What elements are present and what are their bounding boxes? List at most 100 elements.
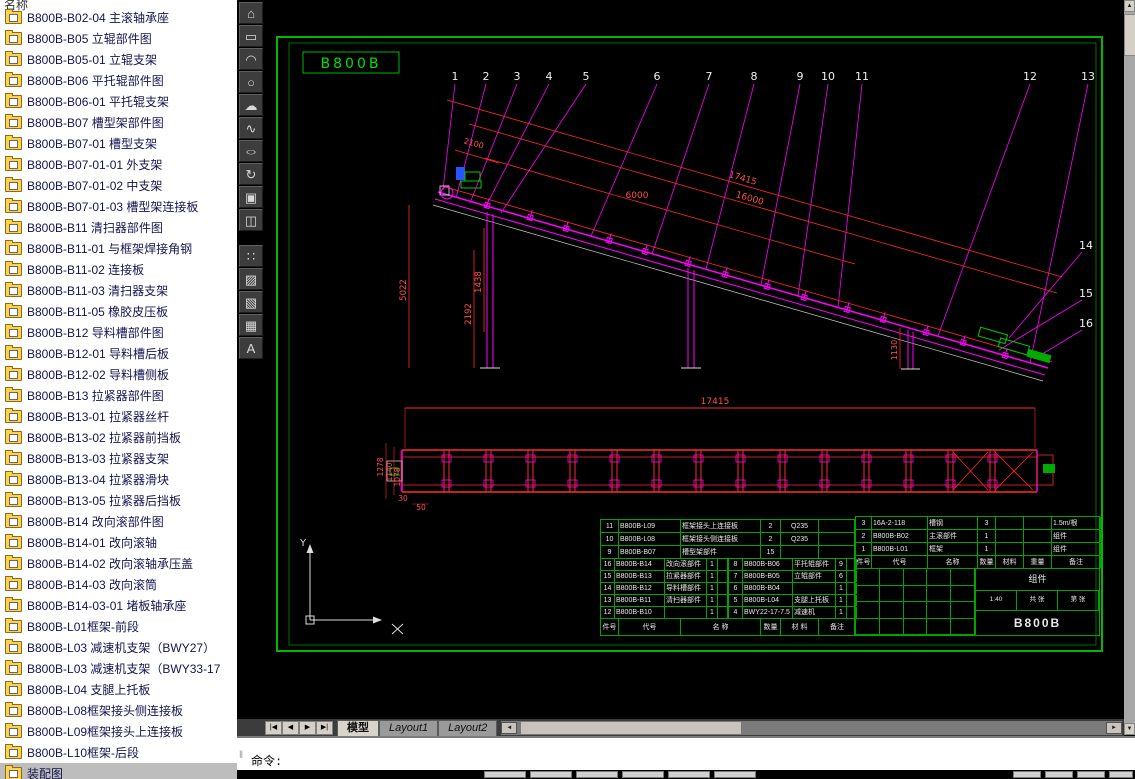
balloon-label: 3	[514, 70, 521, 83]
vertical-scrollbar[interactable]	[1124, 0, 1135, 735]
list-item[interactable]: B800B-B13-05 拉紧器后挡板	[0, 490, 237, 511]
list-item[interactable]: B800B-B13-01 拉紧器丝杆	[0, 406, 237, 427]
tab-layout2[interactable]: Layout2	[438, 720, 498, 736]
spline-tool-button[interactable]: ∿	[239, 117, 263, 139]
command-window[interactable]: 命令:	[237, 736, 1135, 772]
list-item[interactable]: B800B-B05-01 立辊支架	[0, 49, 237, 70]
list-item[interactable]: B800B-B11-02 连接板	[0, 259, 237, 280]
side-elevation-view	[408, 99, 1063, 382]
list-item[interactable]: B800B-B13-02 拉紧器前挡板	[0, 427, 237, 448]
list-item[interactable]: B800B-B11 清扫器部件图	[0, 217, 237, 238]
list-item[interactable]: B800B-L09框架接头上连接板	[0, 721, 237, 742]
tab-layout1[interactable]: Layout1	[379, 720, 439, 736]
splitter-grip-icon[interactable]	[239, 750, 243, 761]
revcloud-tool-button[interactable]: ☁	[239, 94, 263, 116]
scroll-left-icon[interactable]	[501, 722, 518, 734]
rotate-tool-button[interactable]: ↻	[239, 163, 263, 185]
status-toggle[interactable]	[484, 771, 526, 778]
bom-cell: 2	[761, 520, 781, 532]
status-toggle[interactable]	[622, 771, 664, 778]
hatch-tool-button[interactable]: ▨	[239, 268, 263, 290]
list-item[interactable]: B800B-B12 导料槽部件图	[0, 322, 237, 343]
list-item[interactable]: B800B-B13-04 拉紧器滑块	[0, 469, 237, 490]
list-item[interactable]: B800B-B06 平托辊部件图	[0, 70, 237, 91]
status-toggle[interactable]	[668, 771, 710, 778]
previous-tab-button[interactable]: ◀	[282, 721, 299, 735]
list-item[interactable]: B800B-B12-01 导料槽后板	[0, 343, 237, 364]
folder-icon	[5, 681, 22, 696]
drawing-canvas[interactable]: B800B 1 2 3 4 5 6 7 8 9 10 11 12 13 14 1…	[237, 0, 1124, 719]
list-item[interactable]: B800B-B02-04 主滚轴承座	[0, 7, 237, 28]
gradient-tool-button[interactable]: ▧	[239, 291, 263, 313]
list-item[interactable]: B800B-B07-01-02 中支架	[0, 175, 237, 196]
list-item[interactable]: B800B-L08框架接头侧连接板	[0, 700, 237, 721]
list-item[interactable]: B800B-B14-02 改向滚轴承压盖	[0, 553, 237, 574]
folder-icon	[5, 282, 22, 297]
folder-icon	[5, 702, 22, 717]
dimension-label: 5022	[399, 279, 409, 301]
list-item[interactable]: B800B-L10框架-后段	[0, 742, 237, 763]
status-toggle[interactable]	[530, 771, 572, 778]
list-item[interactable]: B800B-B07 槽型架部件图	[0, 112, 237, 133]
list-item[interactable]: B800B-B06-01 平托辊支架	[0, 91, 237, 112]
folder-icon	[5, 618, 22, 633]
last-tab-button[interactable]: ▶|	[316, 721, 333, 735]
list-item-selected[interactable]: 装配图	[0, 763, 237, 779]
bom-cell: B800B-B07	[619, 546, 681, 558]
ellipse-icon: ○	[244, 145, 258, 157]
list-item[interactable]: B800B-B07-01 槽型支架	[0, 133, 237, 154]
bom-cell: 3	[856, 517, 872, 529]
insert-block-tool-button[interactable]: ▣	[239, 186, 263, 208]
horizontal-scrollbar-thumb[interactable]	[521, 722, 742, 734]
list-item[interactable]: B800B-L04 支腿上托板	[0, 679, 237, 700]
bom-cell	[996, 517, 1024, 529]
make-block-tool-button[interactable]: ◫	[239, 209, 263, 231]
status-toggle[interactable]	[1109, 771, 1133, 778]
home-tool-button[interactable]: ⌂	[239, 2, 263, 24]
bom-header-cell: 名 称	[681, 619, 761, 635]
vertical-scrollbar-thumb[interactable]	[1124, 14, 1135, 56]
bom-cell	[781, 546, 819, 558]
list-item[interactable]: B800B-B14-01 改向滚轴	[0, 532, 237, 553]
tab-model[interactable]: 模型	[337, 720, 379, 736]
status-toggle[interactable]	[1045, 771, 1073, 778]
list-item[interactable]: B800B-B14-03-01 堵板轴承座	[0, 595, 237, 616]
point-style-tool-button[interactable]: ∷	[239, 245, 263, 267]
list-item[interactable]: B800B-B11-03 清扫器支架	[0, 280, 237, 301]
table-tool-button[interactable]: ▦	[239, 314, 263, 336]
scroll-up-icon[interactable]	[1124, 0, 1135, 12]
bom-cell: 组件	[1052, 543, 1101, 555]
status-toggle[interactable]	[576, 771, 618, 778]
list-item[interactable]: B800B-B13 拉紧器部件图	[0, 385, 237, 406]
dimension-label: 2100	[463, 136, 485, 150]
list-item[interactable]: B800B-L03 减速机支架（BWY33-17	[0, 658, 237, 679]
scroll-right-icon[interactable]	[1106, 722, 1122, 734]
bom-header-cell: 数量	[761, 619, 781, 635]
list-item[interactable]: B800B-L01框架-前段	[0, 616, 237, 637]
arc-tool-button[interactable]: ◠	[239, 48, 263, 70]
next-tab-button[interactable]: ▶	[299, 721, 316, 735]
list-item[interactable]: B800B-B14-03 改向滚筒	[0, 574, 237, 595]
list-item[interactable]: B800B-B13-03 拉紧器支架	[0, 448, 237, 469]
scroll-down-icon[interactable]	[1124, 723, 1135, 735]
status-toggle[interactable]	[1077, 771, 1105, 778]
first-tab-button[interactable]: |◀	[265, 721, 282, 735]
rectangle-tool-button[interactable]: ▭	[239, 25, 263, 47]
bom-cell: 15	[601, 571, 615, 582]
list-item[interactable]: B800B-B11-01 与框架焊接角钢	[0, 238, 237, 259]
circle-tool-button[interactable]: ○	[239, 71, 263, 93]
bom-row: 6 B800B-B04 1	[729, 583, 857, 595]
list-item[interactable]: B800B-B07-01-01 外支架	[0, 154, 237, 175]
list-item[interactable]: B800B-B11-05 橡胶皮压板	[0, 301, 237, 322]
horizontal-scrollbar[interactable]	[501, 721, 1122, 735]
status-toggle[interactable]	[714, 771, 756, 778]
list-item[interactable]: B800B-B12-02 导料槽侧板	[0, 364, 237, 385]
list-item[interactable]: B800B-B14 改向滚部件图	[0, 511, 237, 532]
ellipse-tool-button[interactable]: ○	[239, 140, 263, 162]
list-item[interactable]: B800B-B07-01-03 槽型架连接板	[0, 196, 237, 217]
list-item[interactable]: B800B-L03 减速机支架（BWY27）	[0, 637, 237, 658]
mtext-tool-button[interactable]: A	[239, 337, 263, 359]
status-toggle[interactable]	[1013, 771, 1041, 778]
list-item[interactable]: B800B-B05 立辊部件图	[0, 28, 237, 49]
bom-cell: B800B-B10	[615, 607, 665, 618]
